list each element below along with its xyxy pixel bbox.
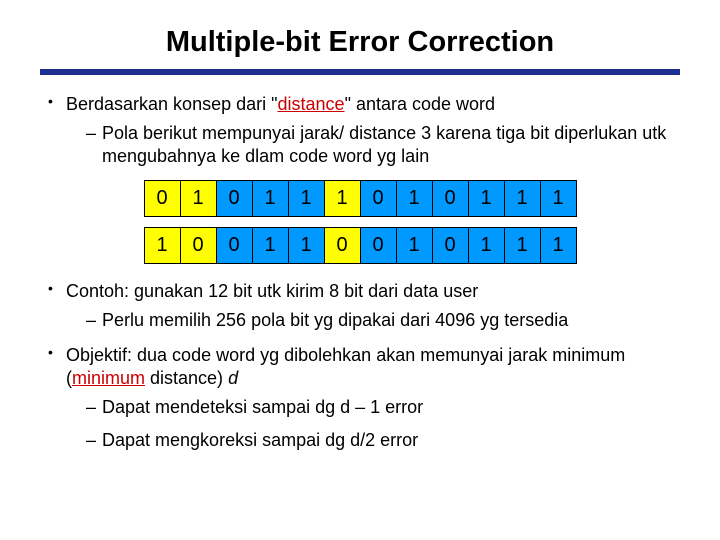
codeword-row: 010111010111 — [144, 181, 576, 217]
bit-cell: 1 — [288, 181, 324, 217]
bullet-3-mid: distance) — [145, 368, 228, 388]
bit-cell: 1 — [540, 181, 576, 217]
bullet-list-2: Contoh: gunakan 12 bit utk kirim 8 bit d… — [40, 280, 680, 452]
bit-cell: 1 — [396, 181, 432, 217]
bit-cell: 0 — [324, 228, 360, 264]
bit-cell: 0 — [360, 228, 396, 264]
bit-cell: 0 — [144, 181, 180, 217]
bullet-2-sublist: Perlu memilih 256 pola bit yg dipakai da… — [66, 309, 680, 332]
bit-cell: 0 — [432, 228, 468, 264]
bullet-1-post: " antara code word — [345, 94, 495, 114]
bullet-list: Berdasarkan konsep dari "distance" antar… — [40, 93, 680, 168]
row-spacer — [144, 217, 576, 228]
codeword-table: 010111010111100110010111 — [144, 180, 577, 264]
bit-cell: 1 — [252, 228, 288, 264]
bullet-3-min: minimum — [72, 368, 145, 388]
bit-cell: 0 — [360, 181, 396, 217]
bit-cell: 0 — [432, 181, 468, 217]
title-rule — [40, 69, 680, 75]
bit-cell: 0 — [216, 181, 252, 217]
bit-cell: 1 — [144, 228, 180, 264]
bit-cell: 1 — [468, 228, 504, 264]
bit-cell: 0 — [180, 228, 216, 264]
bullet-1-sub1: Pola berikut mempunyai jarak/ distance 3… — [86, 122, 680, 168]
bullet-1-pre: Berdasarkan konsep dari " — [66, 94, 278, 114]
bit-cell: 1 — [396, 228, 432, 264]
bullet-3-sub1: Dapat mendeteksi sampai dg d – 1 error — [86, 396, 680, 419]
codeword-row: 100110010111 — [144, 228, 576, 264]
bullet-2-sub1: Perlu memilih 256 pola bit yg dipakai da… — [86, 309, 680, 332]
bit-cell: 0 — [216, 228, 252, 264]
bit-cell: 1 — [180, 181, 216, 217]
bullet-1-sublist: Pola berikut mempunyai jarak/ distance 3… — [66, 122, 680, 168]
bit-cell: 1 — [252, 181, 288, 217]
bit-cell: 1 — [504, 228, 540, 264]
bullet-3: Objektif: dua code word yg dibolehkan ak… — [48, 344, 680, 452]
bullet-2: Contoh: gunakan 12 bit utk kirim 8 bit d… — [48, 280, 680, 332]
bit-cell: 1 — [504, 181, 540, 217]
slide-title: Multiple-bit Error Correction — [40, 26, 680, 59]
bullet-2-text: Contoh: gunakan 12 bit utk kirim 8 bit d… — [66, 281, 478, 301]
slide: Multiple-bit Error Correction Berdasarka… — [0, 0, 720, 484]
bit-cell: 1 — [468, 181, 504, 217]
bit-cell: 1 — [324, 181, 360, 217]
bit-cell: 1 — [288, 228, 324, 264]
bullet-3-sub2: Dapat mengkoreksi sampai dg d/2 error — [86, 429, 680, 452]
bullet-1-distance: distance — [278, 94, 345, 114]
bit-cell: 1 — [540, 228, 576, 264]
bullet-1: Berdasarkan konsep dari "distance" antar… — [48, 93, 680, 168]
bullet-3-d: d — [228, 368, 238, 388]
bullet-3-sublist: Dapat mendeteksi sampai dg d – 1 error D… — [66, 396, 680, 452]
